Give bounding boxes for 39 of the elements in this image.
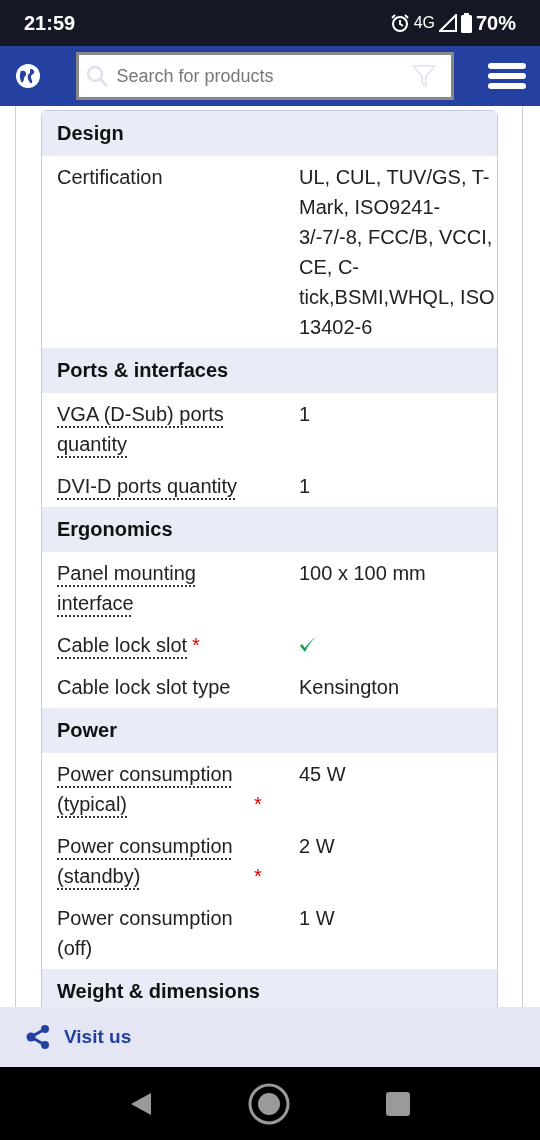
spec-value: 1: [299, 403, 311, 425]
spec-label[interactable]: Panel mounting interface: [57, 558, 249, 618]
spec-value: Kensington: [299, 676, 400, 698]
spec-label[interactable]: Power consumption (typical): [57, 759, 249, 819]
spec-value: UL, CUL, TUV/GS, T-Mark, ISO9241-3/-7/-8, FCC/B, VCCI, CE, C-tick,BSMI,WHQL, ISO 13402-6: [299, 166, 495, 338]
menu-icon[interactable]: [488, 63, 526, 89]
spec-label: Certification: [57, 165, 163, 190]
spec-value: 1: [299, 475, 311, 497]
spec-label[interactable]: DVI-D ports quantity: [57, 471, 238, 501]
section-header: Weight & dimensions: [42, 969, 497, 1007]
spec-value: 2 W: [299, 835, 335, 857]
back-icon[interactable]: [130, 1091, 152, 1116]
spec-label[interactable]: Cable lock slot: [57, 630, 188, 660]
required-mark: *: [192, 634, 200, 656]
required-mark: *: [254, 793, 262, 815]
network-type: 4G: [413, 14, 435, 32]
alarm-icon: [389, 13, 410, 33]
spec-label[interactable]: VGA (D-Sub) ports quantity: [57, 399, 249, 459]
clock-time: 21:59: [24, 11, 76, 35]
spec-value: 1 W: [299, 907, 335, 929]
spec-value: 100 x 100 mm: [299, 562, 426, 584]
signal-icon: [438, 14, 457, 32]
home-icon[interactable]: [248, 1082, 290, 1125]
required-mark: *: [254, 865, 262, 887]
search-icon: [84, 64, 109, 88]
spec-label[interactable]: Power consumption (standby): [57, 831, 249, 891]
spec-label: Cable lock slot type: [57, 675, 231, 700]
section-header: Design: [42, 111, 497, 156]
battery-percent: 70%: [475, 11, 516, 35]
recents-icon[interactable]: [386, 1091, 410, 1116]
spec-value: 45 W: [299, 763, 346, 785]
section-header: Ports & interfaces: [42, 348, 497, 393]
section-header: Power: [42, 708, 497, 753]
search-field[interactable]: Search for products: [75, 52, 454, 100]
visit-us-link[interactable]: Visit us: [26, 1024, 132, 1050]
section-header: Ergonomics: [42, 507, 497, 552]
share-icon: [26, 1024, 50, 1050]
battery-icon: [460, 13, 472, 33]
spec-label: Power consumption (off): [57, 906, 234, 961]
